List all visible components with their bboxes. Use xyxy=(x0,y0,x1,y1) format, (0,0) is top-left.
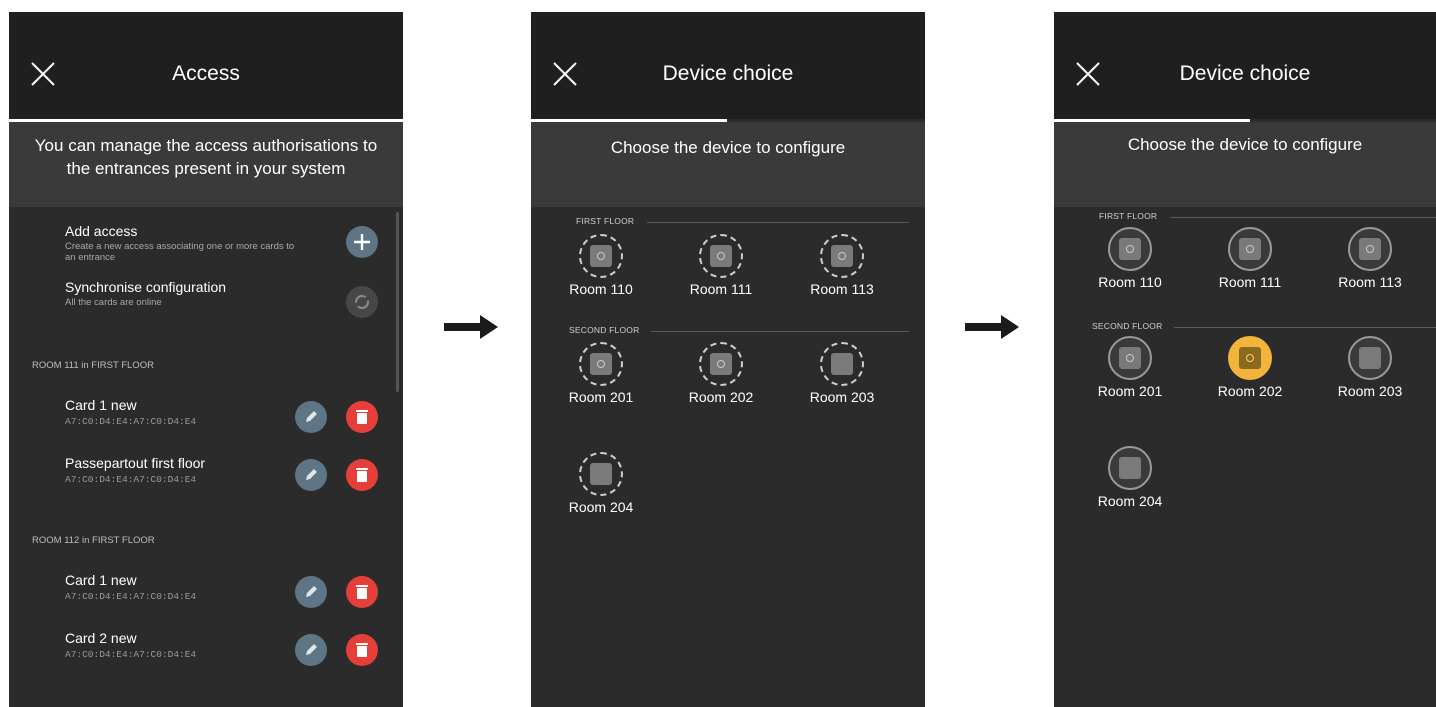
device-room[interactable]: Room 203 xyxy=(1325,336,1415,399)
divider xyxy=(651,331,909,332)
intro-band: Choose the device to configure xyxy=(531,122,925,207)
chip-icon xyxy=(1239,238,1261,260)
chip-icon xyxy=(1359,238,1381,260)
floor-label: SECOND FLOOR xyxy=(1092,321,1163,331)
device-room[interactable]: Room 110 xyxy=(1085,227,1175,290)
header: Device choice xyxy=(531,12,925,119)
device-label: Room 202 xyxy=(688,389,754,405)
plus-icon xyxy=(354,234,370,250)
page-title: Access xyxy=(172,62,240,85)
device-choice-screen-selected: Device choice Choose the device to confi… xyxy=(1054,12,1436,707)
chip-icon xyxy=(710,353,732,375)
divider xyxy=(1174,327,1436,328)
delete-button[interactable] xyxy=(346,459,378,491)
arrow-right-icon xyxy=(444,315,498,339)
trash-icon xyxy=(356,410,368,424)
header: Device choice xyxy=(1054,12,1436,119)
intro-text: You can manage the access authorisations… xyxy=(34,136,378,178)
chip-icon xyxy=(1119,238,1141,260)
pencil-icon xyxy=(306,644,317,655)
floor-label: FIRST FLOOR xyxy=(1099,211,1158,221)
section-label: ROOM 111 in FIRST FLOOR xyxy=(32,360,154,371)
delete-button[interactable] xyxy=(346,401,378,433)
device-label: Room 111 xyxy=(1218,274,1282,290)
device-room[interactable]: Room 201 xyxy=(556,342,646,405)
chip-icon xyxy=(1119,457,1141,479)
device-label: Room 202 xyxy=(1217,383,1283,399)
intro-text: Choose the device to configure xyxy=(610,138,846,157)
device-choice-screen: Device choice Choose the device to confi… xyxy=(531,12,925,707)
header: Access xyxy=(9,12,403,119)
device-label: Room 203 xyxy=(809,389,875,405)
trash-icon xyxy=(356,468,368,482)
device-label: Room 110 xyxy=(569,281,633,297)
section-label: ROOM 112 in FIRST FLOOR xyxy=(32,535,155,546)
device-room[interactable]: Room 202 xyxy=(676,342,766,405)
divider xyxy=(1170,217,1436,218)
intro-band: You can manage the access authorisations… xyxy=(9,122,403,207)
intro-band: Choose the device to configure xyxy=(1054,122,1436,207)
edit-button[interactable] xyxy=(295,576,327,608)
chip-icon xyxy=(1359,347,1381,369)
sync-icon xyxy=(355,295,369,309)
access-screen: Access You can manage the access authori… xyxy=(9,12,403,707)
device-label: Room 113 xyxy=(810,281,874,297)
chip-icon xyxy=(1119,347,1141,369)
trash-icon xyxy=(356,585,368,599)
edit-button[interactable] xyxy=(295,459,327,491)
chip-icon xyxy=(590,353,612,375)
delete-button[interactable] xyxy=(346,576,378,608)
device-room-selected[interactable]: Room 202 xyxy=(1205,336,1295,399)
edit-button[interactable] xyxy=(295,401,327,433)
add-access-button[interactable] xyxy=(346,226,378,258)
device-label: Room 203 xyxy=(1337,383,1403,399)
chip-icon xyxy=(590,245,612,267)
device-room[interactable]: Room 204 xyxy=(556,452,646,515)
chip-icon xyxy=(710,245,732,267)
device-room[interactable]: Room 113 xyxy=(797,234,887,297)
device-room[interactable]: Room 113 xyxy=(1325,227,1415,290)
pencil-icon xyxy=(306,469,317,480)
chip-icon xyxy=(831,245,853,267)
chip-icon xyxy=(1239,347,1261,369)
page-title: Device choice xyxy=(662,62,794,85)
intro-text: Choose the device to configure xyxy=(1127,135,1363,154)
floor-label: SECOND FLOOR xyxy=(569,325,640,335)
device-label: Room 204 xyxy=(1097,493,1163,509)
pencil-icon xyxy=(306,586,317,597)
device-label: Room 113 xyxy=(1338,274,1402,290)
trash-icon xyxy=(356,643,368,657)
delete-button[interactable] xyxy=(346,634,378,666)
device-label: Room 201 xyxy=(1097,383,1163,399)
arrow-right-icon xyxy=(965,315,1019,339)
pencil-icon xyxy=(306,411,317,422)
device-label: Room 110 xyxy=(1098,274,1162,290)
device-room[interactable]: Room 111 xyxy=(676,234,766,297)
device-room[interactable]: Room 111 xyxy=(1205,227,1295,290)
chip-icon xyxy=(590,463,612,485)
page-title: Device choice xyxy=(1179,62,1311,85)
device-room[interactable]: Room 204 xyxy=(1085,446,1175,509)
divider xyxy=(647,222,909,223)
device-label: Room 201 xyxy=(568,389,634,405)
chip-icon xyxy=(831,353,853,375)
device-label: Room 204 xyxy=(568,499,634,515)
floor-label: FIRST FLOOR xyxy=(576,216,635,226)
add-access-description: Create a new access associating one or m… xyxy=(65,241,295,263)
edit-button[interactable] xyxy=(295,634,327,666)
device-room[interactable]: Room 201 xyxy=(1085,336,1175,399)
device-label: Room 111 xyxy=(689,281,753,297)
device-room[interactable]: Room 110 xyxy=(556,234,646,297)
device-room[interactable]: Room 203 xyxy=(797,342,887,405)
sync-button[interactable] xyxy=(346,286,378,318)
